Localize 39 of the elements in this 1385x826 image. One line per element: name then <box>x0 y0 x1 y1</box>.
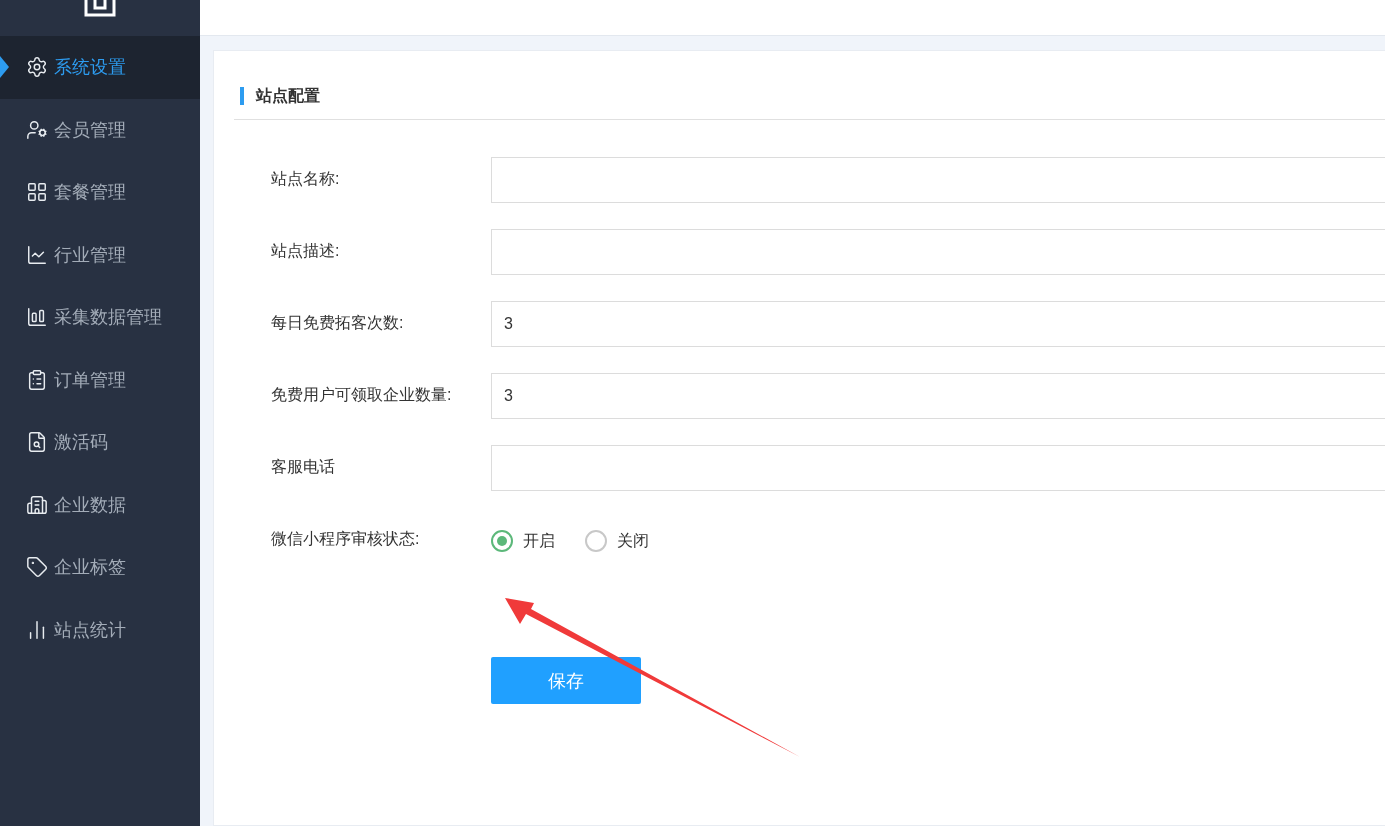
radio-button[interactable] <box>585 530 607 552</box>
field-label: 微信小程序审核状态: <box>271 529 421 549</box>
bar-chart-icon <box>26 306 48 329</box>
sidebar-item[interactable]: 订单管理 <box>0 348 200 411</box>
sidebar-item[interactable]: 企业数据 <box>0 473 200 536</box>
field-label: 站点描述: <box>271 241 341 261</box>
input-field[interactable]: 3 <box>491 301 1385 347</box>
radio-label: 关闭 <box>617 530 649 551</box>
logo-icon <box>83 0 117 18</box>
field-label: 免费用户可领取企业数量: <box>271 385 453 405</box>
document-search-icon <box>26 431 48 454</box>
gear-icon <box>26 56 48 79</box>
sidebar-item[interactable]: 企业标签 <box>0 536 200 599</box>
radio-option[interactable]: 关闭 <box>585 530 649 552</box>
field-label: 每日免费拓客次数: <box>271 313 405 333</box>
sidebar-item[interactable]: 套餐管理 <box>0 161 200 224</box>
radio-option[interactable]: 开启 <box>491 530 555 552</box>
input-field[interactable]: 3 <box>491 373 1385 419</box>
building-icon <box>26 493 48 516</box>
input-field[interactable] <box>491 229 1385 275</box>
sidebar-item[interactable]: 系统设置 <box>0 36 200 99</box>
sidebar-item[interactable]: 采集数据管理 <box>0 286 200 349</box>
line-chart-icon <box>26 243 48 266</box>
radio-button[interactable] <box>491 530 513 552</box>
active-indicator-icon <box>0 56 9 79</box>
field-label: 客服电话 <box>271 457 336 477</box>
sidebar-item[interactable]: 行业管理 <box>0 223 200 286</box>
clipboard-icon <box>26 368 48 391</box>
grid-icon <box>26 181 48 204</box>
sidebar-item[interactable]: 激活码 <box>0 411 200 474</box>
sidebar-item[interactable]: 站点统计 <box>0 598 200 661</box>
input-field[interactable] <box>491 445 1385 491</box>
section-title: 站点配置 <box>240 87 320 105</box>
radio-label: 开启 <box>523 530 555 551</box>
tag-icon <box>26 556 48 579</box>
input-field[interactable] <box>491 157 1385 203</box>
user-gear-icon <box>26 118 48 141</box>
field-label: 站点名称: <box>271 169 341 189</box>
sidebar-item[interactable]: 会员管理 <box>0 98 200 161</box>
